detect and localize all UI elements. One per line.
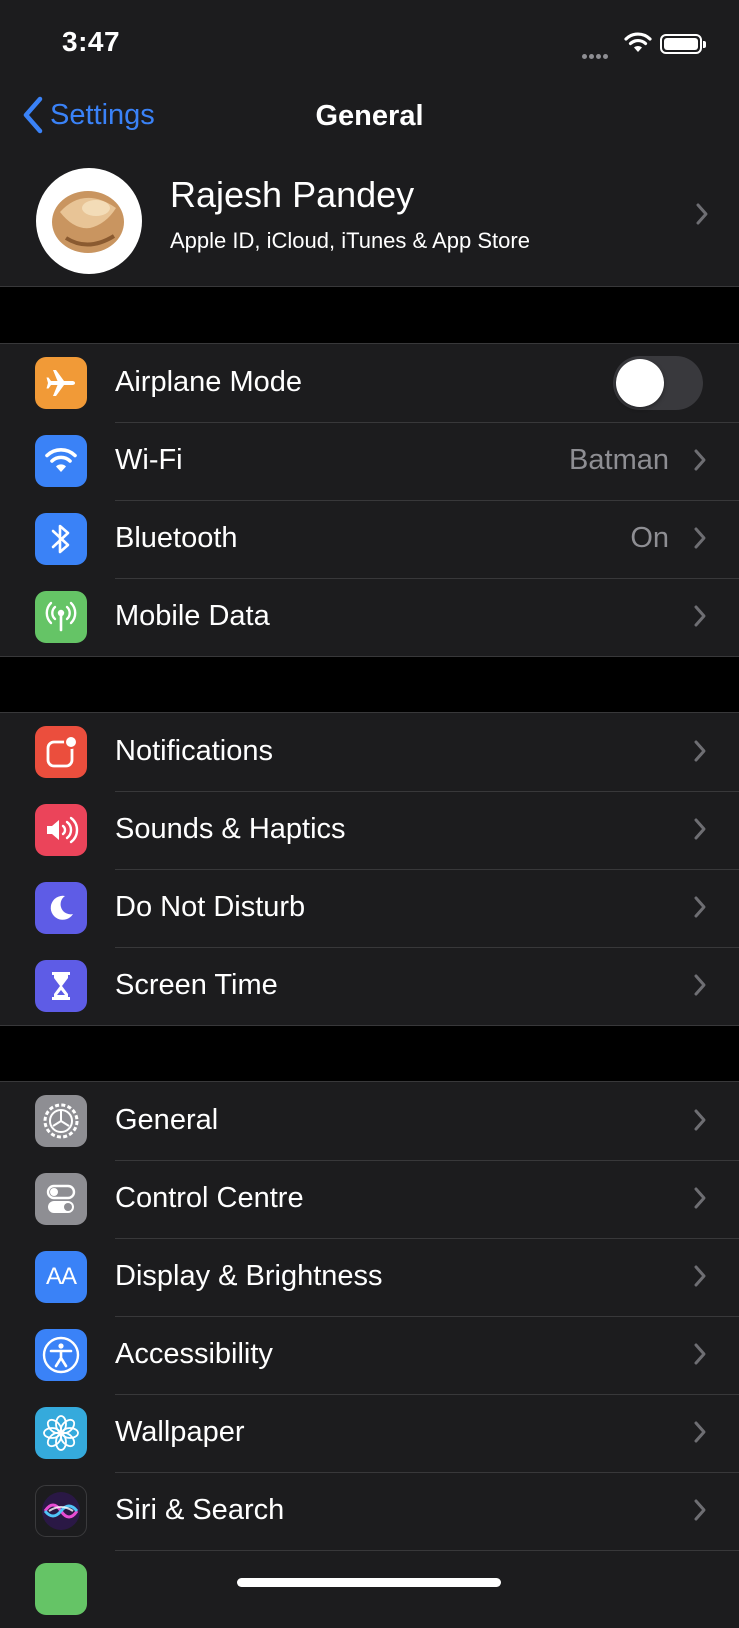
face-id-icon	[35, 1563, 87, 1615]
chevron-right-icon	[694, 1187, 706, 1209]
speaker-icon	[35, 804, 87, 856]
bluetooth-label: Bluetooth	[115, 522, 238, 554]
wifi-label: Wi-Fi	[115, 444, 183, 476]
bluetooth-status-value: On	[630, 522, 669, 554]
general-label: General	[115, 1104, 219, 1136]
battery-icon	[660, 34, 706, 54]
status-time: 3:47	[62, 26, 121, 57]
settings-row-bluetooth[interactable]: Bluetooth On	[0, 500, 739, 578]
text-size-icon: AA	[35, 1251, 87, 1303]
settings-row-sounds-haptics[interactable]: Sounds & Haptics	[0, 791, 739, 869]
page-title: General	[315, 100, 424, 132]
settings-row-mobile-data[interactable]: Mobile Data	[0, 578, 739, 656]
chevron-right-icon	[694, 740, 706, 762]
system-group: General Control Centre AA Display & Brig…	[0, 1081, 739, 1628]
settings-row-do-not-disturb[interactable]: Do Not Disturb	[0, 869, 739, 947]
apple-id-profile-row[interactable]: Rajesh Pandey Apple ID, iCloud, iTunes &…	[0, 158, 739, 287]
avatar	[36, 168, 142, 274]
chevron-right-icon	[694, 1343, 706, 1365]
wallpaper-label: Wallpaper	[115, 1416, 245, 1448]
chevron-right-icon	[694, 896, 706, 918]
control-centre-label: Control Centre	[115, 1182, 304, 1214]
text-size-glyph: AA	[45, 1263, 77, 1290]
settings-row-wifi[interactable]: Wi-Fi Batman	[0, 422, 739, 500]
settings-row-general[interactable]: General	[0, 1082, 739, 1160]
chevron-right-icon	[694, 1499, 706, 1521]
settings-row-screen-time[interactable]: Screen Time	[0, 947, 739, 1025]
notifications-group: Notifications Sounds & Haptics Do Not Di…	[0, 712, 739, 1026]
airplane-icon	[35, 357, 87, 409]
bluetooth-icon	[35, 513, 87, 565]
settings-row-display-brightness[interactable]: AA Display & Brightness	[0, 1238, 739, 1316]
wifi-icon	[35, 435, 87, 487]
siri-search-label: Siri & Search	[115, 1494, 285, 1526]
chevron-right-icon	[694, 527, 706, 549]
settings-row-partial[interactable]	[0, 1550, 739, 1628]
display-brightness-label: Display & Brightness	[115, 1260, 383, 1292]
settings-row-airplane-mode[interactable]: Airplane Mode	[0, 344, 739, 422]
hourglass-icon	[35, 960, 87, 1012]
accessibility-icon	[35, 1329, 87, 1381]
chevron-right-icon	[694, 1109, 706, 1131]
profile-subtitle: Apple ID, iCloud, iTunes & App Store	[170, 228, 530, 253]
airplane-mode-toggle[interactable]	[613, 356, 703, 410]
settings-row-siri-search[interactable]: Siri & Search	[0, 1472, 739, 1550]
chevron-right-icon	[694, 974, 706, 996]
accessibility-label: Accessibility	[115, 1338, 273, 1370]
chevron-right-icon	[696, 203, 708, 225]
home-indicator[interactable]	[237, 1578, 501, 1587]
connectivity-group: Airplane Mode Wi-Fi Batman Bluetooth On	[0, 343, 739, 657]
chevron-right-icon	[694, 1265, 706, 1287]
chevron-right-icon	[694, 605, 706, 627]
settings-row-wallpaper[interactable]: Wallpaper	[0, 1394, 739, 1472]
airplane-mode-label: Airplane Mode	[115, 366, 302, 398]
sounds-haptics-label: Sounds & Haptics	[115, 813, 346, 845]
status-bar: 3:47	[0, 0, 739, 90]
flower-icon	[35, 1407, 87, 1459]
chevron-right-icon	[694, 818, 706, 840]
screen-time-label: Screen Time	[115, 969, 278, 1001]
gear-icon	[35, 1095, 87, 1147]
antenna-icon	[35, 591, 87, 643]
profile-name: Rajesh Pandey	[170, 174, 415, 215]
settings-row-accessibility[interactable]: Accessibility	[0, 1316, 739, 1394]
switches-icon	[35, 1173, 87, 1225]
mobile-data-label: Mobile Data	[115, 600, 270, 632]
settings-row-notifications[interactable]: Notifications	[0, 713, 739, 791]
chevron-right-icon	[694, 1421, 706, 1443]
chevron-right-icon	[694, 449, 706, 471]
navigation-bar: Settings General	[0, 90, 739, 158]
moon-icon	[35, 882, 87, 934]
do-not-disturb-label: Do Not Disturb	[115, 891, 306, 923]
notifications-label: Notifications	[115, 735, 273, 767]
notifications-icon	[35, 726, 87, 778]
wifi-status-icon	[624, 32, 652, 59]
wifi-network-value: Batman	[569, 444, 669, 476]
settings-row-control-centre[interactable]: Control Centre	[0, 1160, 739, 1238]
siri-icon	[35, 1485, 87, 1537]
signal-icon	[582, 46, 610, 64]
